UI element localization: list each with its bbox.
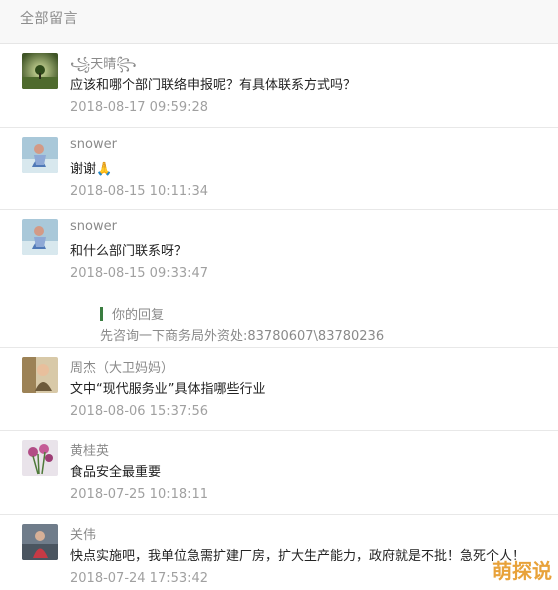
- comment-time: 2018-07-24 17:53:42: [70, 571, 209, 586]
- comment-time: 2018-08-06 15:37:56: [70, 404, 209, 419]
- commenter-name[interactable]: 黄桂英: [70, 440, 109, 459]
- person-photo-avatar-icon[interactable]: [22, 524, 58, 560]
- comment-item: 关伟 快点实施吧，我单位急需扩建厂房，扩大生产能力，政府就是不批！急死个人！ 2…: [0, 515, 558, 590]
- comment-item: 黄桂英 食品安全最重要 2018-07-25 10:18:11: [0, 431, 558, 515]
- landscape-tree-avatar-icon[interactable]: [22, 53, 58, 89]
- person-photo-avatar-icon[interactable]: [22, 137, 58, 173]
- comment-time: 2018-08-15 10:11:34: [70, 184, 209, 199]
- comment-time: 2018-07-25 10:18:11: [70, 487, 209, 502]
- reply-text: 先咨询一下商务局外资处:83780607\83780236: [100, 329, 385, 344]
- comment-text: 快点实施吧，我单位急需扩建厂房，扩大生产能力，政府就是不批！急死个人！: [70, 549, 526, 564]
- commenter-name[interactable]: 关伟: [70, 524, 96, 543]
- commenter-name[interactable]: 周杰（大卫妈妈）: [70, 357, 174, 376]
- commenter-name[interactable]: snower: [70, 219, 117, 234]
- flowers-photo-avatar-icon[interactable]: [22, 440, 58, 476]
- comment-text: 谢谢🙏: [70, 162, 113, 177]
- reply-accent-bar: [100, 307, 103, 321]
- commenter-name[interactable]: snower: [70, 137, 117, 152]
- comment-item: 周杰（大卫妈妈） 文中“现代服务业”具体指哪些行业 2018-08-06 15:…: [0, 348, 558, 431]
- comment-item: snower 谢谢🙏 2018-08-15 10:11:34: [0, 128, 558, 210]
- comment-item: snower 和什么部门联系呀？ 2018-08-15 09:33:47 你的回…: [0, 210, 558, 348]
- comment-item: ꧁天晴꧂ 应该和哪个部门联络申报呢？有具体联系方式吗？ 2018-08-17 0…: [0, 44, 558, 128]
- child-photo-avatar-icon[interactable]: [22, 357, 58, 393]
- watermark-logo: 萌探说: [492, 559, 552, 583]
- comments-header: 全部留言: [0, 0, 558, 44]
- page-title: 全部留言: [20, 11, 78, 27]
- comment-text: 应该和哪个部门联络申报呢？有具体联系方式吗？: [70, 78, 357, 93]
- comment-text: 和什么部门联系呀？: [70, 244, 188, 259]
- comment-time: 2018-08-15 09:33:47: [70, 266, 209, 281]
- comment-text: 食品安全最重要: [70, 465, 162, 480]
- person-photo-avatar-icon[interactable]: [22, 219, 58, 255]
- comment-time: 2018-08-17 09:59:28: [70, 100, 209, 115]
- reply-label: 你的回复: [112, 308, 165, 323]
- comment-text: 文中“现代服务业”具体指哪些行业: [70, 382, 266, 397]
